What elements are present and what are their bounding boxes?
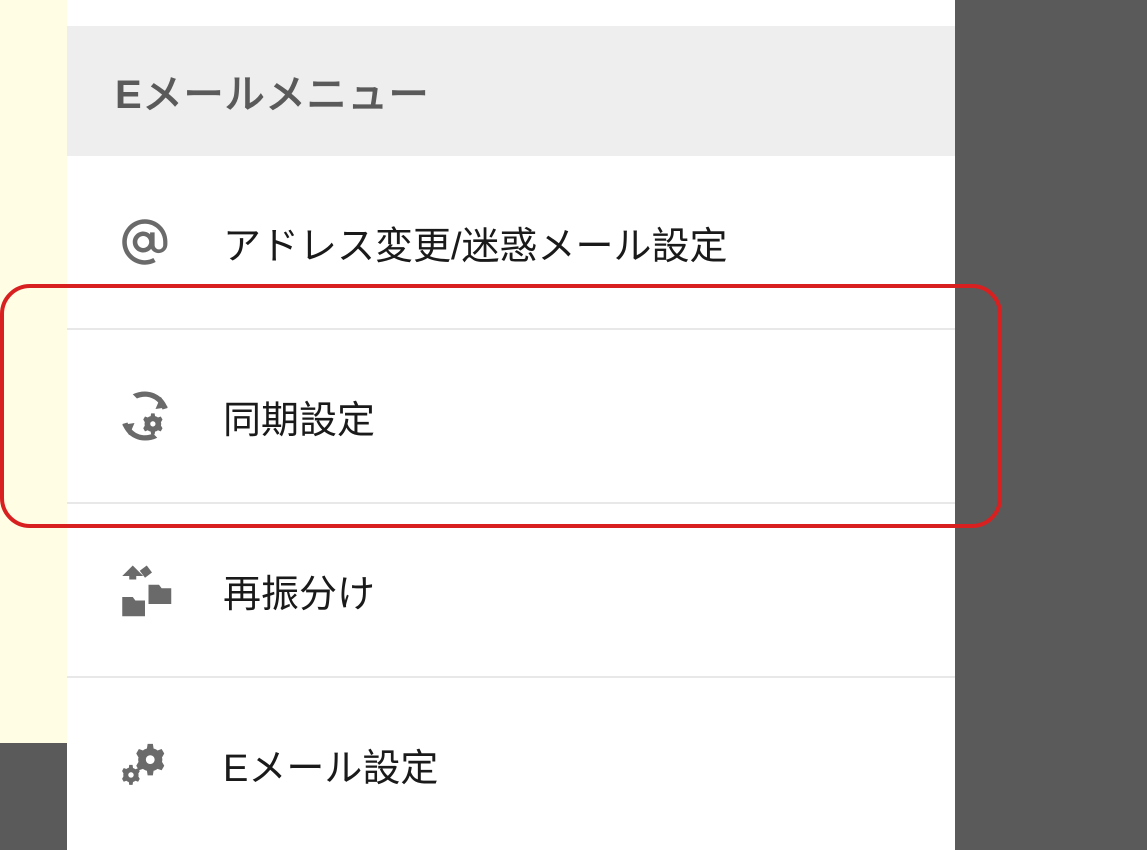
menu-item-sync-settings[interactable]: 同期設定 bbox=[67, 330, 955, 504]
menu-item-resort[interactable]: 再振分け bbox=[67, 504, 955, 678]
menu-header-title: Eメールメニュー bbox=[115, 62, 907, 120]
menu-item-label: 再振分け bbox=[223, 563, 375, 618]
email-menu-container: Eメールメニュー アドレス変更/迷惑メール設定 bbox=[67, 0, 955, 743]
menu-item-label: 同期設定 bbox=[223, 389, 375, 444]
at-icon bbox=[115, 212, 175, 272]
menu-item-email-settings[interactable]: Eメール設定 bbox=[67, 678, 955, 850]
folder-sort-icon bbox=[115, 560, 175, 620]
menu-item-label: Eメール設定 bbox=[223, 737, 438, 792]
outer-background: Eメールメニュー アドレス変更/迷惑メール設定 bbox=[0, 0, 955, 743]
menu-item-address-spam-settings[interactable]: アドレス変更/迷惑メール設定 bbox=[67, 156, 955, 330]
menu-list: アドレス変更/迷惑メール設定 同期設定 bbox=[67, 156, 955, 850]
menu-item-label: アドレス変更/迷惑メール設定 bbox=[223, 215, 728, 270]
sync-gear-icon bbox=[115, 386, 175, 446]
menu-header: Eメールメニュー bbox=[67, 26, 955, 156]
gear-icon bbox=[115, 734, 175, 794]
